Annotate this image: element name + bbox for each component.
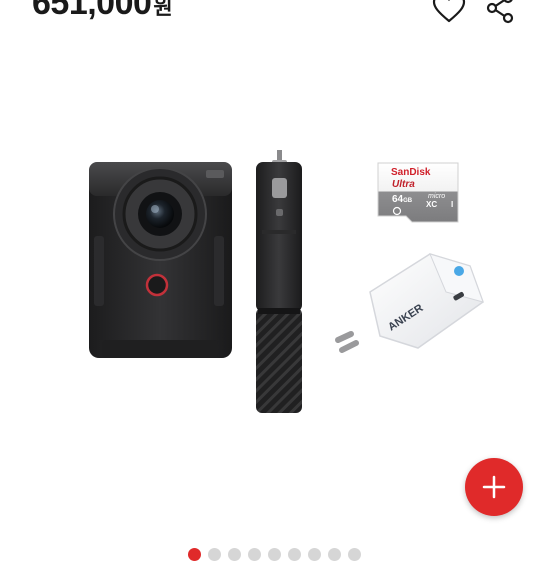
sd-uhs: I	[451, 200, 453, 209]
carousel-dot[interactable]	[208, 548, 221, 561]
microsd-card: SanDisk Ultra 64GB micro XC I	[377, 162, 459, 223]
camera-body	[89, 162, 232, 358]
add-button[interactable]	[465, 458, 523, 516]
carousel-dot[interactable]	[268, 548, 281, 561]
sd-type: micro	[428, 193, 445, 200]
carousel-dot[interactable]	[328, 548, 341, 561]
carousel-dot[interactable]	[348, 548, 361, 561]
plus-icon	[482, 475, 506, 499]
sd-class: XC	[426, 200, 437, 209]
sd-brand: SanDisk	[391, 167, 431, 178]
carousel-dot[interactable]	[188, 548, 201, 561]
carousel-dot[interactable]	[228, 548, 241, 561]
usb-charger: ANKER	[335, 253, 484, 353]
carousel-dot[interactable]	[308, 548, 321, 561]
carousel-dot[interactable]	[248, 548, 261, 561]
sd-line: Ultra	[392, 179, 415, 190]
carousel-dot[interactable]	[288, 548, 301, 561]
tripod-grip	[256, 150, 302, 413]
carousel-indicator	[188, 548, 361, 561]
